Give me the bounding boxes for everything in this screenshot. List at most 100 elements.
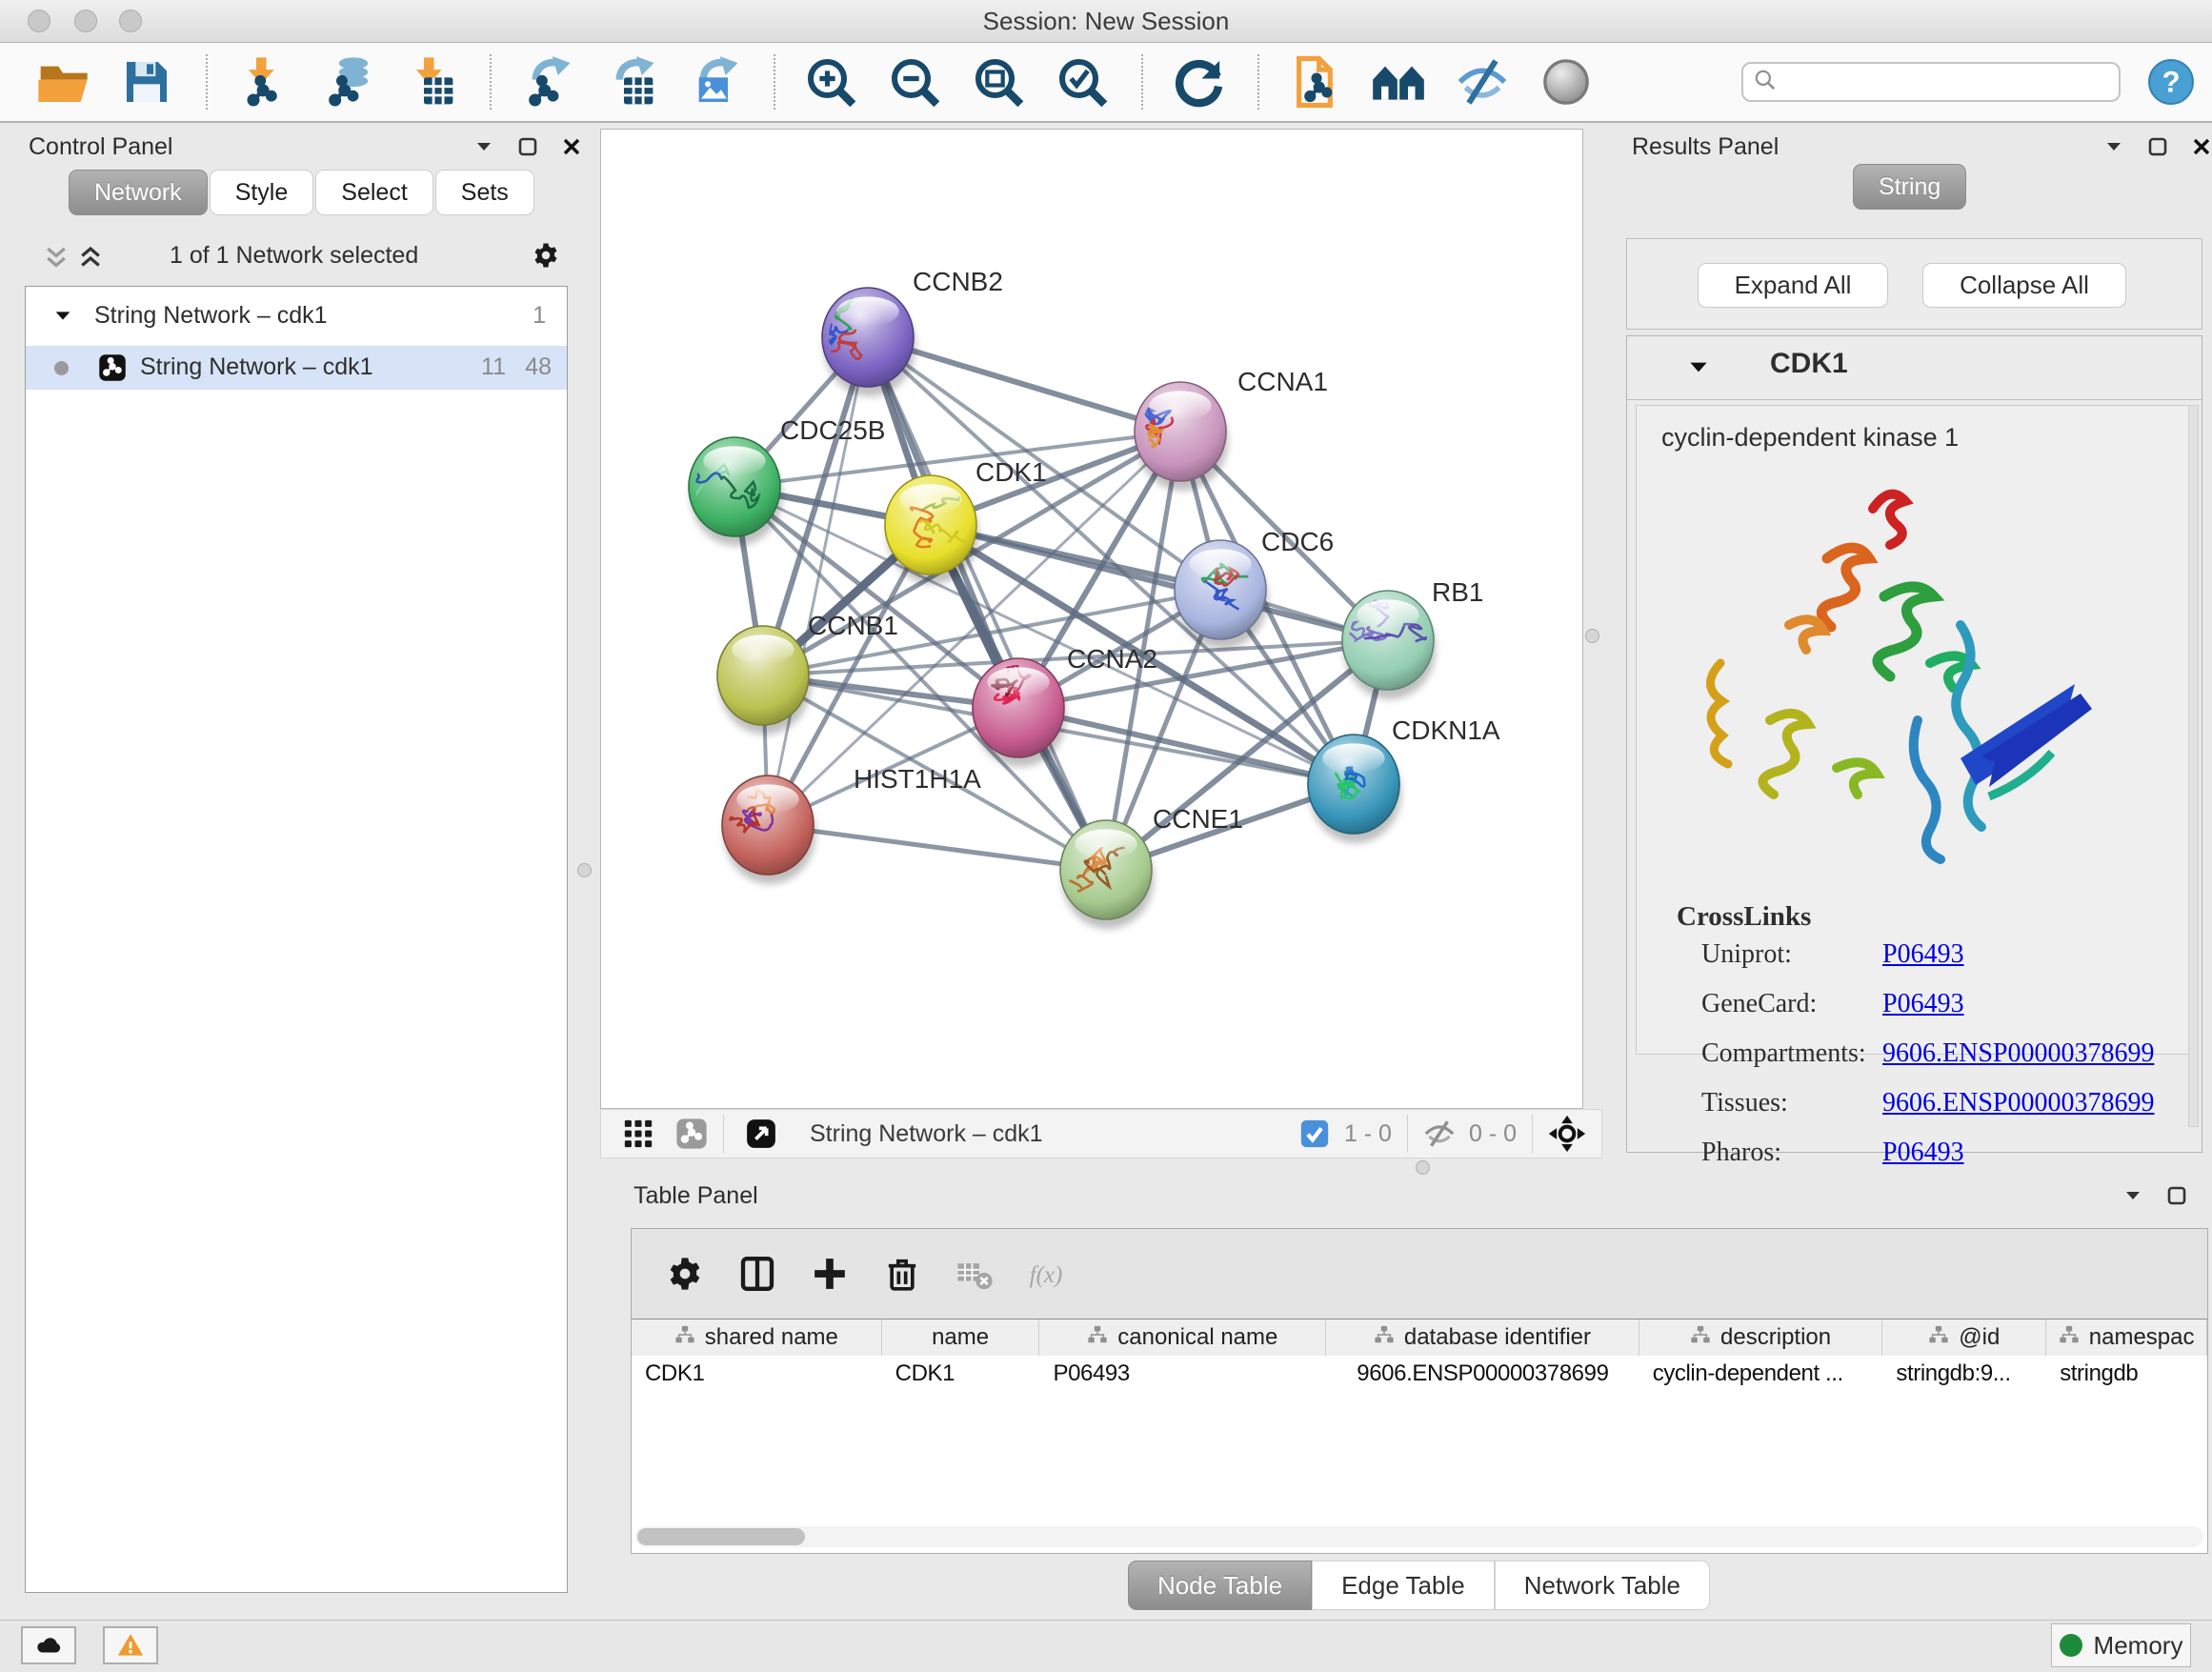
zoom-fit-button[interactable] [972, 55, 1025, 109]
crosslink-row: Tissues: [1701, 1088, 1788, 1118]
import-network-file-button[interactable] [236, 55, 290, 109]
selected-checkbox-icon[interactable] [1298, 1118, 1331, 1150]
zoom-in-button[interactable] [804, 55, 857, 109]
panel-close-icon[interactable] [2190, 135, 2212, 163]
table-header-row[interactable]: shared namenamecanonical namedatabase id… [632, 1319, 2207, 1357]
node-CCNE1[interactable]: CCNE1 [1060, 804, 1243, 929]
edge-CCNA2-CDKN1A[interactable] [1018, 708, 1354, 784]
node-HIST1H1A[interactable]: HIST1H1A [711, 764, 981, 884]
new-network-from-selection-button[interactable] [1288, 55, 1341, 109]
table-cell[interactable]: stringdb [2046, 1356, 2207, 1392]
hidden-eye-icon[interactable] [1423, 1118, 1456, 1150]
node-CDK1[interactable]: CDK1 [885, 457, 1047, 584]
export-network-button[interactable] [520, 55, 573, 109]
export-table-button[interactable] [604, 55, 657, 109]
entry-expander-icon[interactable] [1686, 355, 1711, 385]
crosslink-link[interactable]: 9606.ENSP00000378699 [1882, 1038, 2154, 1068]
table-cell[interactable]: cyclin-dependent ... [1639, 1356, 1883, 1392]
cloud-button[interactable] [21, 1626, 76, 1664]
show-graphics-details-button[interactable] [1539, 55, 1593, 109]
table-row[interactable]: CDK1CDK1P064939606.ENSP00000378699cyclin… [632, 1356, 2207, 1392]
panel-menu-icon[interactable] [473, 135, 495, 163]
tab-string[interactable]: String [1853, 164, 1966, 210]
table-horizontal-scrollbar[interactable] [635, 1526, 2203, 1547]
show-hide-columns-button[interactable] [738, 1255, 776, 1293]
fit-selected-crosshair-icon[interactable] [1548, 1115, 1586, 1153]
left-splitter-handle[interactable] [577, 863, 592, 877]
table-cell[interactable]: CDK1 [882, 1356, 1040, 1392]
birdseye-view-icon[interactable] [622, 1118, 654, 1150]
save-session-button[interactable] [120, 55, 173, 109]
tab-network-table[interactable]: Network Table [1495, 1561, 1710, 1610]
hide-selected-button[interactable] [1456, 55, 1509, 109]
expand-all-icon[interactable] [76, 244, 105, 277]
table-mode-gear-button[interactable] [666, 1255, 704, 1293]
search-box[interactable] [1741, 62, 2121, 102]
right-splitter-handle[interactable] [1585, 629, 1599, 643]
tab-select[interactable]: Select [315, 170, 432, 215]
column-header-description[interactable]: description [1639, 1319, 1883, 1356]
delete-columns-button[interactable] [883, 1255, 921, 1293]
collapse-all-button[interactable]: Collapse All [1922, 263, 2126, 308]
panel-close-icon[interactable] [560, 135, 583, 163]
export-image-button[interactable] [688, 55, 741, 109]
results-scrollbar[interactable] [2188, 405, 2199, 1127]
network-canvas[interactable]: CCNB2 CCNA1 CDC25B CDK1 CDC6 [600, 129, 1583, 1109]
table-cell[interactable]: P06493 [1039, 1356, 1326, 1392]
node-CCNA2[interactable]: CCNA2 [973, 644, 1157, 767]
crosslink-link[interactable]: P06493 [1882, 1138, 1964, 1167]
create-column-button[interactable] [811, 1255, 849, 1293]
network-row-selected[interactable]: String Network – cdk1 11 48 [26, 346, 567, 390]
gene-entry-header[interactable]: CDK1 [1627, 336, 2202, 400]
memory-button[interactable]: Memory [2051, 1623, 2191, 1667]
panel-float-icon[interactable] [516, 135, 539, 163]
import-network-database-button[interactable] [320, 55, 373, 109]
node-CDC6[interactable]: CDC6 [1175, 527, 1334, 649]
crosslink-link[interactable]: 9606.ENSP00000378699 [1882, 1088, 2154, 1118]
tab-edge-table[interactable]: Edge Table [1312, 1561, 1495, 1610]
network-options-gear-icon[interactable] [532, 241, 564, 273]
tab-network[interactable]: Network [69, 170, 208, 215]
column-header--id[interactable]: @id [1882, 1319, 2046, 1356]
node-CCNB1[interactable]: CCNB1 [717, 611, 898, 735]
import-table-file-button[interactable] [404, 55, 457, 109]
zoom-out-button[interactable] [888, 55, 941, 109]
search-input[interactable] [1785, 68, 2119, 96]
panel-menu-icon[interactable] [2102, 135, 2125, 163]
column-header-name[interactable]: name [882, 1319, 1040, 1356]
warning-button[interactable] [103, 1626, 158, 1664]
node-label-RB1: RB1 [1432, 577, 1483, 607]
panel-menu-icon[interactable] [2122, 1184, 2144, 1212]
table-cell[interactable]: CDK1 [632, 1356, 882, 1392]
tab-sets[interactable]: Sets [435, 170, 534, 215]
column-header-canonical-name[interactable]: canonical name [1039, 1319, 1326, 1356]
table-cell[interactable]: stringdb:9... [1882, 1356, 2046, 1392]
expand-all-button[interactable]: Expand All [1698, 263, 1888, 308]
open-session-button[interactable] [36, 55, 90, 109]
open-view-in-window-icon[interactable] [745, 1118, 777, 1150]
crosslink-link[interactable]: P06493 [1882, 939, 1964, 969]
string-share-icon[interactable] [675, 1118, 708, 1150]
column-header-shared-name[interactable]: shared name [632, 1319, 882, 1356]
panel-float-icon[interactable] [2146, 135, 2169, 163]
node-CCNA1[interactable]: CCNA1 [1135, 367, 1328, 491]
tab-node-table[interactable]: Node Table [1128, 1561, 1312, 1610]
help-button[interactable]: ? [2147, 58, 2195, 106]
zoom-selected-button[interactable] [1056, 55, 1109, 109]
collection-expander-icon[interactable] [52, 306, 73, 327]
column-header-namespac[interactable]: namespac [2046, 1319, 2207, 1356]
column-header-database-identifier[interactable]: database identifier [1326, 1319, 1639, 1356]
node-CDKN1A[interactable]: CDKN1A [1308, 715, 1500, 843]
network-collection-row[interactable]: String Network – cdk1 1 [26, 294, 567, 338]
edge-HIST1H1A-CCNE1[interactable] [768, 825, 1106, 870]
zoom-selected-icon [1056, 55, 1109, 109]
apply-preferred-layout-button[interactable] [1172, 55, 1225, 109]
tab-style[interactable]: Style [210, 170, 314, 215]
string-home-button[interactable] [1372, 55, 1425, 109]
panel-float-icon[interactable] [2165, 1184, 2188, 1212]
node-RB1[interactable]: RB1 [1339, 577, 1484, 699]
bottom-splitter-handle[interactable] [1416, 1160, 1430, 1175]
crosslink-link[interactable]: P06493 [1882, 989, 1964, 1018]
collapse-all-icon[interactable] [42, 244, 70, 277]
table-cell[interactable]: 9606.ENSP00000378699 [1326, 1356, 1639, 1392]
